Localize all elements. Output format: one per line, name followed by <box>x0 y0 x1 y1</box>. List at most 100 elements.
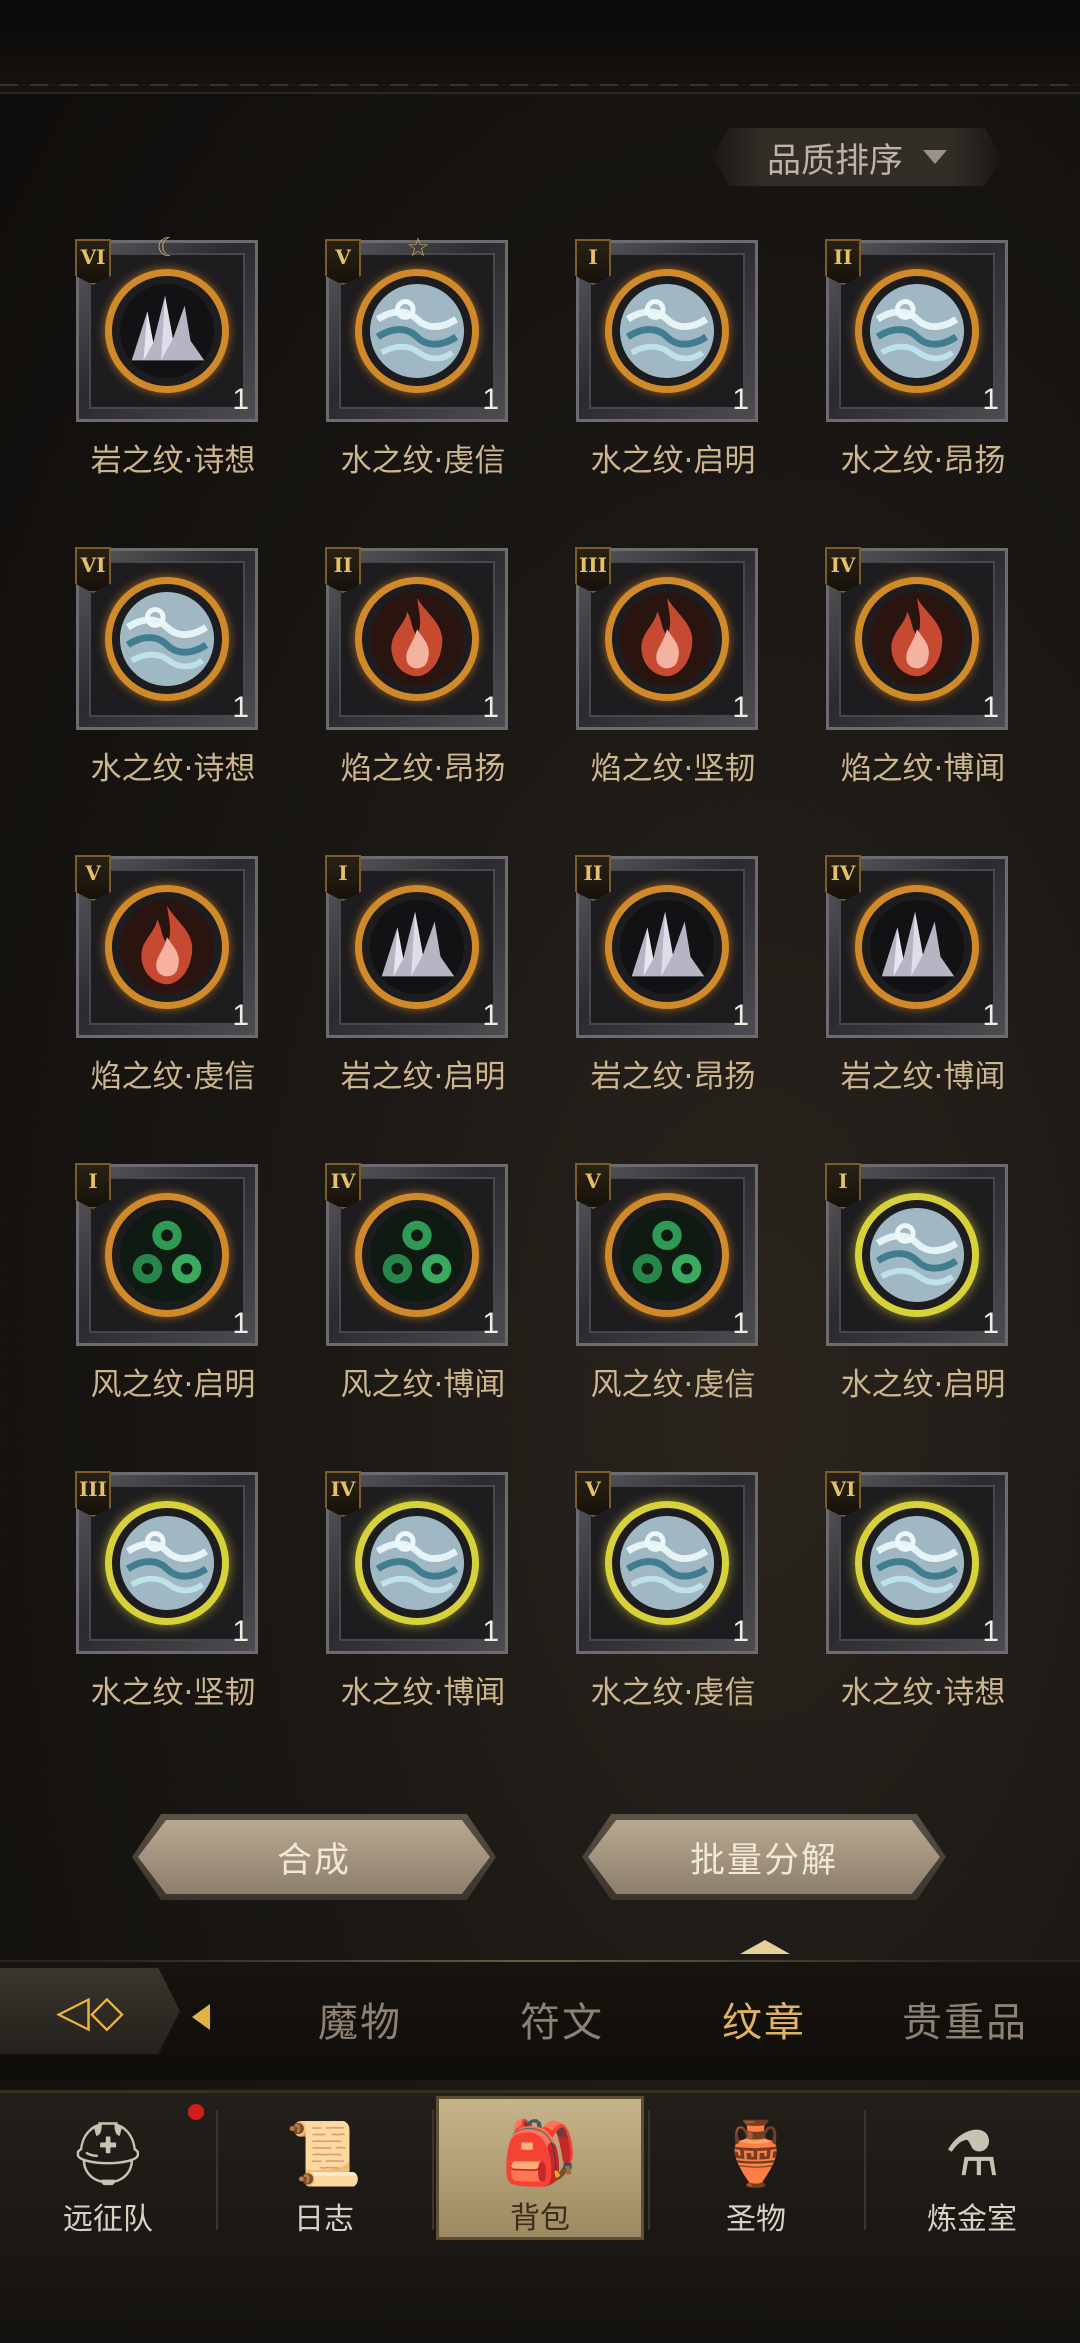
item-name: 焰之纹·虔信 <box>90 1059 256 1095</box>
rank-badge: I <box>825 1163 861 1209</box>
emblem-item[interactable]: IV 1 焰之纹·博闻 <box>798 547 1048 787</box>
synthesize-label: 合成 <box>276 1840 351 1881</box>
emblem-slot: I1 <box>575 239 758 422</box>
wind-emblem-icon <box>605 1193 729 1317</box>
emblem-slot: III 1 <box>575 547 758 730</box>
rock-emblem-icon <box>105 269 229 393</box>
tab-monsters[interactable]: 魔物 <box>318 1990 402 2048</box>
item-name: 焰之纹·昂扬 <box>340 751 506 787</box>
water-emblem-icon <box>605 1501 729 1625</box>
water-emblem-icon <box>355 269 479 393</box>
emblem-slot: III 1 <box>75 1471 258 1654</box>
emblem-item[interactable]: V 1 风之纹·虔信 <box>548 1163 798 1403</box>
water-emblem-icon <box>355 1501 479 1625</box>
nav-journal[interactable]: 📜 日志 <box>224 2098 424 2238</box>
item-count: 1 <box>232 999 249 1032</box>
quality-sort-dropdown[interactable]: 品质排序 <box>712 128 1002 186</box>
tab-emblems[interactable]: 纹章 <box>722 1990 806 2048</box>
nav-label: 远征队 <box>63 2202 153 2237</box>
nav-divider <box>216 2110 218 2230</box>
nav-label: 背包 <box>510 2201 570 2236</box>
item-count: 1 <box>982 691 999 724</box>
emblem-slot: IV 1 <box>325 1163 508 1346</box>
item-count: 1 <box>482 999 499 1032</box>
emblem-item[interactable]: IV 1 岩之纹·博闻 <box>798 855 1048 1095</box>
emblem-item[interactable]: II 1 岩之纹·昂扬 <box>548 855 798 1095</box>
water-emblem-icon <box>105 577 229 701</box>
emblem-item[interactable]: V ☆ 1 水之纹·虔信 <box>298 235 548 479</box>
tab-valuables[interactable]: 贵重品 <box>902 1990 1028 2048</box>
rank-badge: VI <box>75 239 111 285</box>
emblem-item[interactable]: VI 1 水之纹·诗想 <box>48 547 298 787</box>
rank-badge: I <box>75 1163 111 1209</box>
nav-relics[interactable]: 🏺 圣物 <box>656 2098 856 2238</box>
emblem-item[interactable]: III 1 水之纹·坚韧 <box>48 1471 298 1711</box>
nav-divider <box>432 2110 434 2230</box>
emblem-item[interactable]: II 1 焰之纹·昂扬 <box>298 547 548 787</box>
emblem-slot: I1 <box>825 1163 1008 1346</box>
emblem-slot: V ☆ 1 <box>325 235 508 422</box>
wind-emblem-icon <box>355 1193 479 1317</box>
rank-badge: I <box>575 239 611 285</box>
relic-torch-icon: 🏺 <box>717 2117 795 2190</box>
item-count: 1 <box>732 1307 749 1340</box>
rank-badge: IV <box>825 547 861 593</box>
scroll-left-icon[interactable] <box>192 2004 210 2030</box>
rank-badge: VI <box>825 1471 861 1517</box>
batch-decompose-button[interactable]: 批量分解 <box>582 1814 946 1900</box>
emblem-slot: II 1 <box>825 239 1008 422</box>
viking-helmet-icon: ⛑ <box>68 2117 148 2190</box>
nav-divider <box>864 2110 866 2230</box>
rock-emblem-icon <box>855 885 979 1009</box>
emblem-item[interactable]: IV 1 水之纹·博闻 <box>298 1471 548 1711</box>
item-name: 水之纹·虔信 <box>590 1675 756 1711</box>
emblem-item[interactable]: II 1 水之纹·昂扬 <box>798 239 1048 479</box>
fire-emblem-icon <box>355 577 479 701</box>
item-count: 1 <box>482 383 499 416</box>
fire-emblem-icon <box>855 577 979 701</box>
sort-label: 品质排序 <box>767 140 903 181</box>
emblem-slot: I1 <box>75 1163 258 1346</box>
star-icon: ☆ <box>406 233 430 263</box>
emblem-item[interactable]: V 1 焰之纹·虔信 <box>48 855 298 1095</box>
item-name: 岩之纹·诗想 <box>90 443 256 479</box>
item-count: 1 <box>732 1615 749 1648</box>
nav-label: 日志 <box>294 2202 354 2237</box>
emblem-item[interactable]: I 1 水之纹·启明 <box>798 1163 1048 1403</box>
emblem-grid: VI ☾ 1 岩之纹·诗想 V ☆ 1 水之纹·虔信 I 1 水之纹·启明 II 1 水之纹·昂扬 VI 1 水… <box>48 235 1048 1711</box>
emblem-item[interactable]: IV 1 风之纹·博闻 <box>298 1163 548 1403</box>
item-count: 1 <box>732 383 749 416</box>
tab-runes[interactable]: 符文 <box>520 1990 604 2048</box>
nav-backpack[interactable]: 🎒 背包 <box>436 2096 644 2240</box>
emblem-item[interactable]: I 1 水之纹·启明 <box>548 239 798 479</box>
active-tab-indicator-icon <box>740 1940 790 1954</box>
emblem-item[interactable]: V 1 水之纹·虔信 <box>548 1471 798 1711</box>
emblem-item[interactable]: I 1 岩之纹·启明 <box>298 855 548 1095</box>
item-count: 1 <box>732 999 749 1032</box>
item-name: 岩之纹·昂扬 <box>590 1059 756 1095</box>
rock-emblem-icon <box>355 885 479 1009</box>
emblem-item[interactable]: III 1 焰之纹·坚韧 <box>548 547 798 787</box>
rock-emblem-icon <box>605 885 729 1009</box>
item-name: 水之纹·启明 <box>590 443 756 479</box>
nav-alchemy[interactable]: ⚗ 炼金室 <box>872 2098 1072 2238</box>
emblem-slot: VI 1 <box>825 1471 1008 1654</box>
emblem-slot: V1 <box>75 855 258 1038</box>
emblem-item[interactable]: VI 1 水之纹·诗想 <box>798 1471 1048 1711</box>
rank-badge: IV <box>325 1163 361 1209</box>
collapse-arrow-button[interactable]: ◁◇ <box>0 1968 180 2054</box>
item-count: 1 <box>232 1615 249 1648</box>
item-name: 焰之纹·坚韧 <box>590 751 756 787</box>
synthesize-button[interactable]: 合成 <box>132 1814 496 1900</box>
rank-badge: VI <box>75 547 111 593</box>
backpack-icon: 🎒 <box>501 2116 579 2189</box>
water-emblem-icon <box>855 1501 979 1625</box>
nav-expedition[interactable]: ⛑ 远征队 <box>8 2098 208 2238</box>
emblem-slot: II 1 <box>575 855 758 1038</box>
emblem-item[interactable]: I 1 风之纹·启明 <box>48 1163 298 1403</box>
item-name: 焰之纹·博闻 <box>840 751 1006 787</box>
rank-badge: V <box>75 855 111 901</box>
emblem-item[interactable]: VI ☾ 1 岩之纹·诗想 <box>48 235 298 479</box>
item-count: 1 <box>982 383 999 416</box>
rank-badge: I <box>325 855 361 901</box>
